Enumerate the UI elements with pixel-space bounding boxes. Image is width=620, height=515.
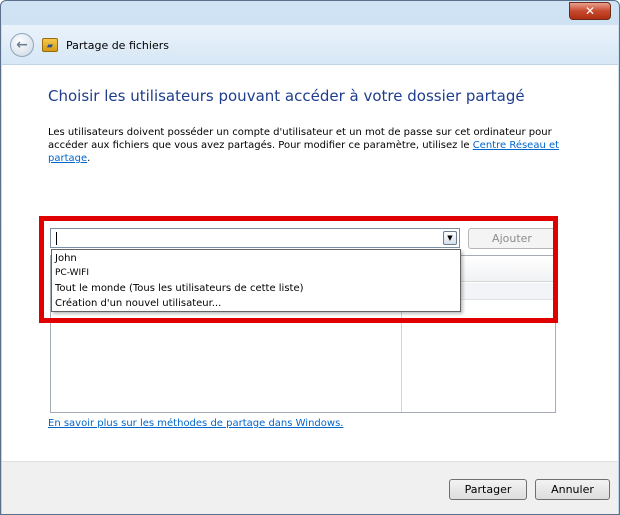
page-description: Les utilisateurs doivent posséder un com… bbox=[48, 126, 573, 165]
dropdown-option-john[interactable]: John bbox=[52, 251, 460, 266]
user-combobox[interactable]: ▼ bbox=[50, 228, 460, 248]
dropdown-button[interactable]: ▼ bbox=[443, 231, 457, 245]
wizard-nav-bar: ← ▰ Partage de fichiers bbox=[2, 25, 618, 65]
description-end: . bbox=[87, 153, 91, 164]
user-dropdown-list: John PC-WIFI Tout le monde (Tous les uti… bbox=[51, 249, 461, 312]
share-button[interactable]: Partager bbox=[449, 479, 527, 500]
dropdown-option-pc-wifi[interactable]: PC-WIFI bbox=[52, 266, 460, 281]
cancel-button[interactable]: Annuler bbox=[535, 479, 610, 500]
add-button[interactable]: Ajouter bbox=[468, 228, 556, 249]
learn-more-link[interactable]: En savoir plus sur les méthodes de parta… bbox=[48, 418, 343, 429]
wizard-content: Choisir les utilisateurs pouvant accéder… bbox=[2, 65, 618, 461]
text-caret bbox=[56, 232, 57, 245]
back-arrow-icon: ← bbox=[16, 37, 28, 53]
page-heading: Choisir les utilisateurs pouvant accéder… bbox=[48, 87, 525, 105]
file-sharing-icon: ▰ bbox=[42, 38, 58, 52]
close-icon: ✕ bbox=[584, 4, 596, 18]
back-button[interactable]: ← bbox=[10, 33, 34, 57]
chevron-down-icon: ▼ bbox=[447, 234, 453, 242]
wizard-title: Partage de fichiers bbox=[66, 39, 169, 52]
dropdown-option-everyone[interactable]: Tout le monde (Tous les utilisateurs de … bbox=[52, 281, 460, 296]
file-sharing-window: ✕ ← ▰ Partage de fichiers Choisir les ut… bbox=[0, 0, 620, 515]
close-button[interactable]: ✕ bbox=[569, 2, 611, 20]
wizard-footer: Partager Annuler bbox=[2, 461, 618, 514]
dropdown-option-new-user[interactable]: Création d'un nouvel utilisateur... bbox=[52, 296, 460, 311]
